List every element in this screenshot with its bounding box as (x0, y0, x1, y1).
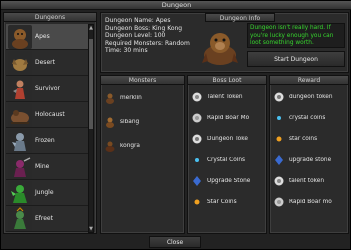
dungeon-item-survivor[interactable]: Survivor (6, 76, 90, 102)
monster-item-merklin[interactable]: merklin (101, 86, 184, 110)
reward-panel: Reward dungeon token crystal coins star … (269, 75, 349, 234)
scroll-up-icon[interactable]: ▲ (89, 25, 93, 31)
dungeon-item-efreet[interactable]: Efreet (6, 206, 90, 232)
reward-item[interactable]: Rapid Boar mo (270, 191, 348, 212)
crystal-coin-icon (277, 115, 281, 120)
dungeon-item-label: Holocaust (35, 111, 65, 118)
scrollbar-thumb[interactable] (89, 39, 93, 129)
dungeon-token-icon (192, 134, 202, 143)
loot-label: Dungeon Toke (207, 135, 248, 142)
dungeon-info-panel: Dungeon Info Dungeon Name: Apes Dungeon … (100, 12, 349, 73)
jungle-creature-icon (8, 180, 32, 205)
merklin-icon (106, 93, 114, 104)
dungeon-item-frozen[interactable]: Frozen (6, 128, 90, 154)
loot-item[interactable]: Star Coins (188, 191, 266, 212)
scroll-down-icon[interactable]: ▼ (89, 226, 93, 232)
talent-token-icon (192, 92, 202, 101)
dungeon-item-label: Efreet (35, 215, 53, 222)
monsters-panel: Monsters merklin sibang kongra (100, 75, 185, 234)
monster-item-kongra[interactable]: kongra (101, 134, 184, 158)
kongra-icon (105, 141, 115, 152)
talent-token-icon (274, 176, 284, 185)
dungeon-item-label: Apes (35, 33, 50, 40)
loot-item[interactable]: Dungeon Toke (188, 128, 266, 149)
dungeon-token-icon (274, 92, 284, 101)
loot-label: Rapid Boar Mo (207, 114, 250, 121)
boss-loot-header: Boss Loot (188, 76, 266, 85)
reward-item[interactable]: upgrade stone (270, 149, 348, 170)
dungeons-header: Dungeons (4, 13, 96, 22)
reward-label: upgrade stone (289, 156, 332, 163)
close-button[interactable]: Close (149, 236, 201, 248)
monster-label: kongra (120, 143, 140, 149)
monster-label: merklin (120, 95, 142, 101)
start-dungeon-button[interactable]: Start Dungeon (247, 51, 345, 67)
dungeon-item-mine[interactable]: Mine (6, 154, 90, 180)
dungeon-item-desert[interactable]: Desert (6, 50, 90, 76)
loot-item[interactable]: Rapid Boar Mo (188, 107, 266, 128)
reward-label: talent token (289, 177, 325, 184)
star-coin-icon (194, 199, 200, 204)
frozen-creature-icon (8, 128, 32, 153)
crystal-coin-icon (195, 157, 199, 162)
upgrade-stone-icon (275, 154, 283, 165)
reward-label: dungeon token (289, 93, 333, 100)
rapid-boar-mount-icon (192, 113, 202, 122)
monster-label: sibang (120, 119, 140, 125)
reward-header: Reward (270, 76, 348, 85)
dungeon-item-label: Desert (35, 59, 55, 66)
loot-item[interactable]: Crystal Coins (188, 149, 266, 170)
mine-creature-icon (8, 154, 32, 179)
reward-label: star coins (289, 135, 318, 142)
monsters-header: Monsters (101, 76, 184, 85)
star-coin-icon (276, 136, 282, 141)
reward-label: Rapid Boar mo (289, 198, 332, 205)
dungeon-list-scrollbar[interactable]: ▲ ▼ (88, 24, 94, 233)
dungeons-panel: Dungeons Apes Desert Survivor Holocaust … (3, 12, 97, 234)
monster-list: merklin sibang kongra (101, 86, 184, 158)
sibang-icon (106, 117, 114, 128)
boss-loot-list: Talent Token Rapid Boar Mo Dungeon Toke … (188, 86, 266, 212)
rapid-boar-mount-icon (274, 197, 284, 206)
dungeon-item-label: Mine (35, 163, 50, 170)
window-title: Dungeon (1, 1, 351, 10)
dungeon-item-label: Frozen (35, 137, 55, 144)
loot-label: Star Coins (207, 198, 237, 205)
efreet-icon (8, 206, 32, 231)
required-monsters-text: Required Monsters: Random (105, 39, 190, 47)
dungeon-time-text: Time: 30 mins (105, 47, 148, 54)
reward-item[interactable]: crystal coins (270, 107, 348, 128)
reward-list: dungeon token crystal coins star coins u… (270, 86, 348, 212)
dungeon-window: Dungeon Dungeons Apes Desert Survivor Ho… (0, 0, 351, 250)
loot-label: Upgrade Stone (207, 177, 251, 184)
reward-label: crystal coins (289, 114, 326, 121)
reward-item[interactable]: star coins (270, 128, 348, 149)
ape-icon (8, 24, 32, 49)
dungeon-info-lines: Dungeon Name: Apes Dungeon Boss: King Ko… (105, 17, 190, 55)
loot-item[interactable]: Upgrade Stone (188, 170, 266, 191)
dungeon-item-jungle[interactable]: Jungle (6, 180, 90, 206)
dungeon-name-text: Dungeon Name: Apes (105, 17, 171, 24)
holocaust-creature-icon (8, 102, 32, 127)
dungeon-warning-text: Dungeon isn't really hard. If you're luc… (247, 23, 345, 48)
reward-item[interactable]: talent token (270, 170, 348, 191)
dungeon-item-holocaust[interactable]: Holocaust (6, 102, 90, 128)
dungeon-item-label: Survivor (35, 85, 60, 92)
dungeon-boss-text: Dungeon Boss: King Kong (105, 24, 183, 32)
boss-loot-panel: Boss Loot Talent Token Rapid Boar Mo Dun… (187, 75, 267, 234)
dungeon-item-apes[interactable]: Apes (6, 24, 90, 50)
dungeon-level-text: Dungeon Level: 100 (105, 32, 166, 39)
loot-item[interactable]: Talent Token (188, 86, 266, 107)
dungeon-item-label: Jungle (35, 189, 54, 196)
loot-label: Talent Token (207, 93, 243, 100)
dungeon-list: Apes Desert Survivor Holocaust Frozen Mi… (6, 24, 90, 233)
monster-item-sibang[interactable]: sibang (101, 110, 184, 134)
desert-creature-icon (8, 50, 32, 75)
dungeon-info-header: Dungeon Info (205, 13, 275, 22)
survivor-icon (8, 76, 32, 101)
upgrade-stone-icon (193, 175, 201, 186)
boss-king-kong-icon (202, 33, 238, 65)
reward-item[interactable]: dungeon token (270, 86, 348, 107)
loot-label: Crystal Coins (207, 156, 246, 163)
